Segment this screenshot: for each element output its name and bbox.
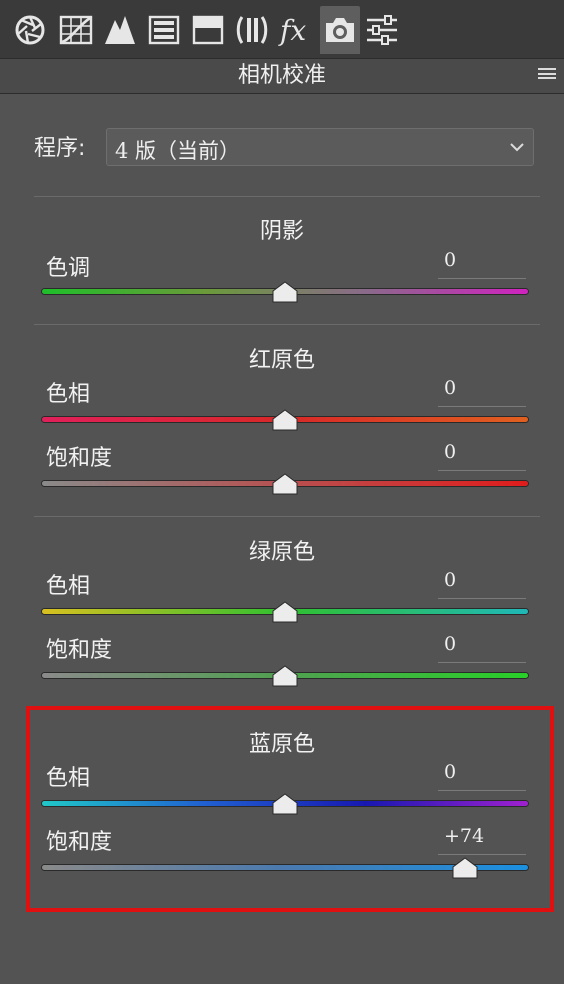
- tint-value-field[interactable]: 0: [438, 249, 526, 279]
- tab-basic[interactable]: [10, 6, 50, 54]
- presets-icon: [367, 15, 397, 45]
- slider-thumb[interactable]: [272, 473, 298, 495]
- panel-header: 相机校准: [0, 58, 564, 94]
- lens-corrections-icon: [236, 16, 268, 44]
- red-hue-label: 色相: [46, 382, 91, 407]
- tab-lens-corrections[interactable]: [232, 6, 272, 54]
- red-hue-slider[interactable]: [42, 409, 528, 433]
- red-saturation-slider[interactable]: [42, 473, 528, 497]
- tab-effects[interactable]: fx: [276, 6, 316, 54]
- tab-split-toning[interactable]: [188, 6, 228, 54]
- menu-icon[interactable]: [538, 68, 556, 82]
- green-hue-value-field[interactable]: 0: [438, 569, 526, 599]
- detail-icon: [105, 16, 135, 44]
- panel-title: 相机校准: [237, 63, 326, 88]
- green-hue-slider[interactable]: [42, 601, 528, 625]
- section-title-shadows: 阴影: [259, 219, 304, 244]
- chevron-down-icon: [510, 143, 524, 152]
- green-saturation-label: 饱和度: [46, 638, 113, 663]
- tab-camera-calibration[interactable]: [320, 6, 360, 54]
- tint-label: 色调: [46, 256, 91, 281]
- aperture-icon: [15, 15, 45, 45]
- slider-thumb[interactable]: [272, 665, 298, 687]
- red-saturation-label: 饱和度: [46, 446, 113, 471]
- green-hue-label: 色相: [46, 574, 91, 599]
- section-title-red-primary: 红原色: [248, 348, 315, 373]
- program-label: 程序:: [34, 136, 86, 161]
- section-title-green-primary: 绿原色: [248, 540, 315, 565]
- red-saturation-value-field[interactable]: 0: [438, 441, 526, 471]
- hsl-icon: [148, 15, 180, 45]
- effects-icon: fx: [278, 14, 306, 47]
- tint-slider[interactable]: [42, 281, 528, 305]
- green-saturation-slider[interactable]: [42, 665, 528, 689]
- tab-presets[interactable]: [362, 6, 402, 54]
- red-hue-value-field[interactable]: 0: [438, 377, 526, 407]
- divider: [34, 324, 540, 325]
- program-select[interactable]: 4 版（当前）: [106, 128, 534, 166]
- tab-tone-curve[interactable]: [56, 6, 96, 54]
- slider-thumb[interactable]: [272, 601, 298, 623]
- divider: [34, 516, 540, 517]
- highlight-box: [26, 706, 554, 912]
- panel-tabs-toolbar: fx: [0, 0, 564, 58]
- camera-calibration-icon: [326, 18, 354, 42]
- slider-thumb[interactable]: [272, 281, 298, 303]
- divider: [34, 196, 540, 197]
- split-toning-icon: [192, 15, 224, 45]
- tab-hsl[interactable]: [144, 6, 184, 54]
- tone-curve-icon: [59, 15, 93, 45]
- tab-detail[interactable]: [100, 6, 140, 54]
- svg-text:fx: fx: [278, 14, 306, 47]
- slider-thumb[interactable]: [272, 409, 298, 431]
- green-saturation-value-field[interactable]: 0: [438, 633, 526, 663]
- program-value: 4 版（当前）: [115, 139, 241, 163]
